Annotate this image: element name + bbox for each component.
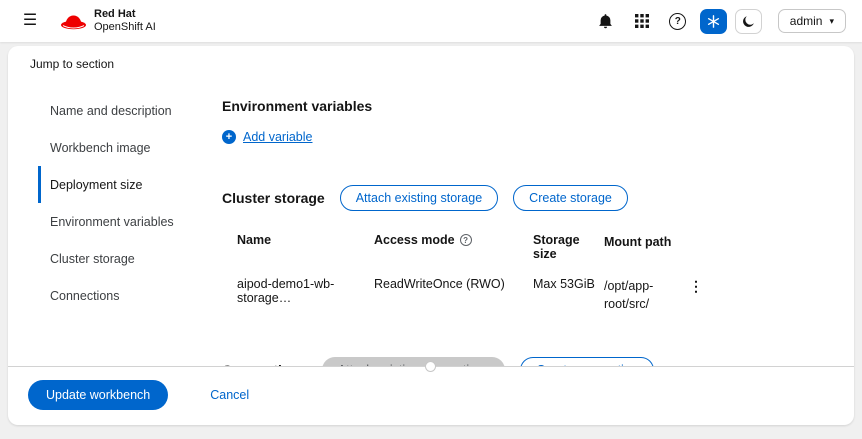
jump-nav-item-name-description[interactable]: Name and description	[38, 92, 222, 129]
jump-nav-item-deployment-size[interactable]: Deployment size	[38, 166, 222, 203]
cluster-storage-header: Cluster storage Attach existing storage …	[222, 185, 854, 211]
connections-header: Connections Attach existing connections …	[222, 357, 854, 366]
redhat-logo-icon	[60, 13, 87, 30]
access-mode-cell: ReadWriteOnce (RWO)	[374, 277, 505, 291]
mount-path-cell: /opt/app-root/src/	[604, 279, 654, 312]
brand-line2: OpenShift AI	[94, 21, 156, 33]
bell-icon	[598, 13, 613, 29]
user-menu[interactable]: admin ▾	[777, 9, 846, 33]
brand: Red Hat OpenShift AI	[60, 8, 156, 33]
user-menu-label: admin	[789, 14, 823, 28]
jump-nav-item-cluster-storage[interactable]: Cluster storage	[38, 240, 222, 277]
page-body: Jump to section Name and description Wor…	[0, 46, 862, 425]
attach-existing-connections-button: Attach existing connections	[321, 357, 506, 366]
apps-grid-icon	[634, 14, 649, 28]
divider-handle	[425, 361, 436, 372]
help-icon: ?	[669, 12, 687, 30]
jump-nav-item-workbench-image[interactable]: Workbench image	[38, 129, 222, 166]
brand-text: Red Hat OpenShift AI	[94, 8, 156, 33]
storage-size-cell: Max 53GiB	[533, 277, 595, 291]
col-header-name: Name	[237, 233, 272, 247]
notifications-button[interactable]	[592, 8, 620, 34]
snowflake-icon	[707, 14, 720, 28]
hamburger-icon: ☰	[22, 12, 38, 29]
cluster-storage-table: Name Access mode ? Storage size Mount pa…	[222, 233, 854, 313]
col-header-mount-path: Mount path	[604, 235, 672, 249]
nav-toggle-button[interactable]: ☰	[16, 8, 44, 34]
row-kebab-menu-button[interactable]: ⋮	[683, 277, 709, 295]
create-connection-button[interactable]: Create connection	[520, 357, 654, 366]
app-launcher-button[interactable]	[628, 8, 656, 34]
form-content: Environment variables + Add variable Clu…	[222, 71, 854, 366]
jump-to-section-label: Jump to section	[30, 57, 115, 71]
masthead: ☰ Red Hat OpenShift AI ? admin ▾	[0, 0, 862, 42]
jump-nav-item-environment-variables[interactable]: Environment variables	[38, 203, 222, 240]
brand-line1: Red Hat	[94, 8, 136, 21]
add-variable-label: Add variable	[243, 130, 313, 144]
table-row: aipod-demo1-wb-storage… ReadWriteOnce (R…	[237, 277, 854, 313]
attach-existing-storage-button[interactable]: Attach existing storage	[339, 185, 499, 211]
theme-light-button[interactable]	[699, 8, 727, 34]
create-storage-button[interactable]: Create storage	[513, 185, 628, 211]
table-header-row: Name Access mode ? Storage size Mount pa…	[237, 233, 854, 261]
plus-circle-icon: +	[222, 130, 236, 144]
jump-to-section-nav: Name and description Workbench image Dep…	[8, 71, 222, 366]
col-header-access-mode: Access mode ?	[374, 233, 533, 247]
col-header-storage-size: Storage size	[533, 233, 580, 261]
add-variable-link[interactable]: + Add variable	[222, 130, 854, 144]
jump-nav-item-connections[interactable]: Connections	[38, 277, 222, 314]
cancel-button[interactable]: Cancel	[210, 388, 249, 402]
storage-name-cell: aipod-demo1-wb-storage…	[237, 277, 335, 305]
moon-icon	[742, 15, 755, 28]
chevron-down-icon: ▾	[829, 15, 834, 26]
form-footer: Update workbench Cancel	[8, 367, 854, 425]
footer-divider	[8, 361, 854, 372]
help-button[interactable]: ?	[664, 8, 692, 34]
update-workbench-button[interactable]: Update workbench	[28, 380, 169, 410]
edit-workbench-card: Jump to section Name and description Wor…	[8, 46, 854, 425]
access-mode-help-icon[interactable]: ?	[459, 234, 472, 246]
theme-dark-button[interactable]	[734, 8, 762, 34]
environment-variables-title: Environment variables	[222, 98, 373, 114]
cluster-storage-title: Cluster storage	[222, 190, 325, 206]
